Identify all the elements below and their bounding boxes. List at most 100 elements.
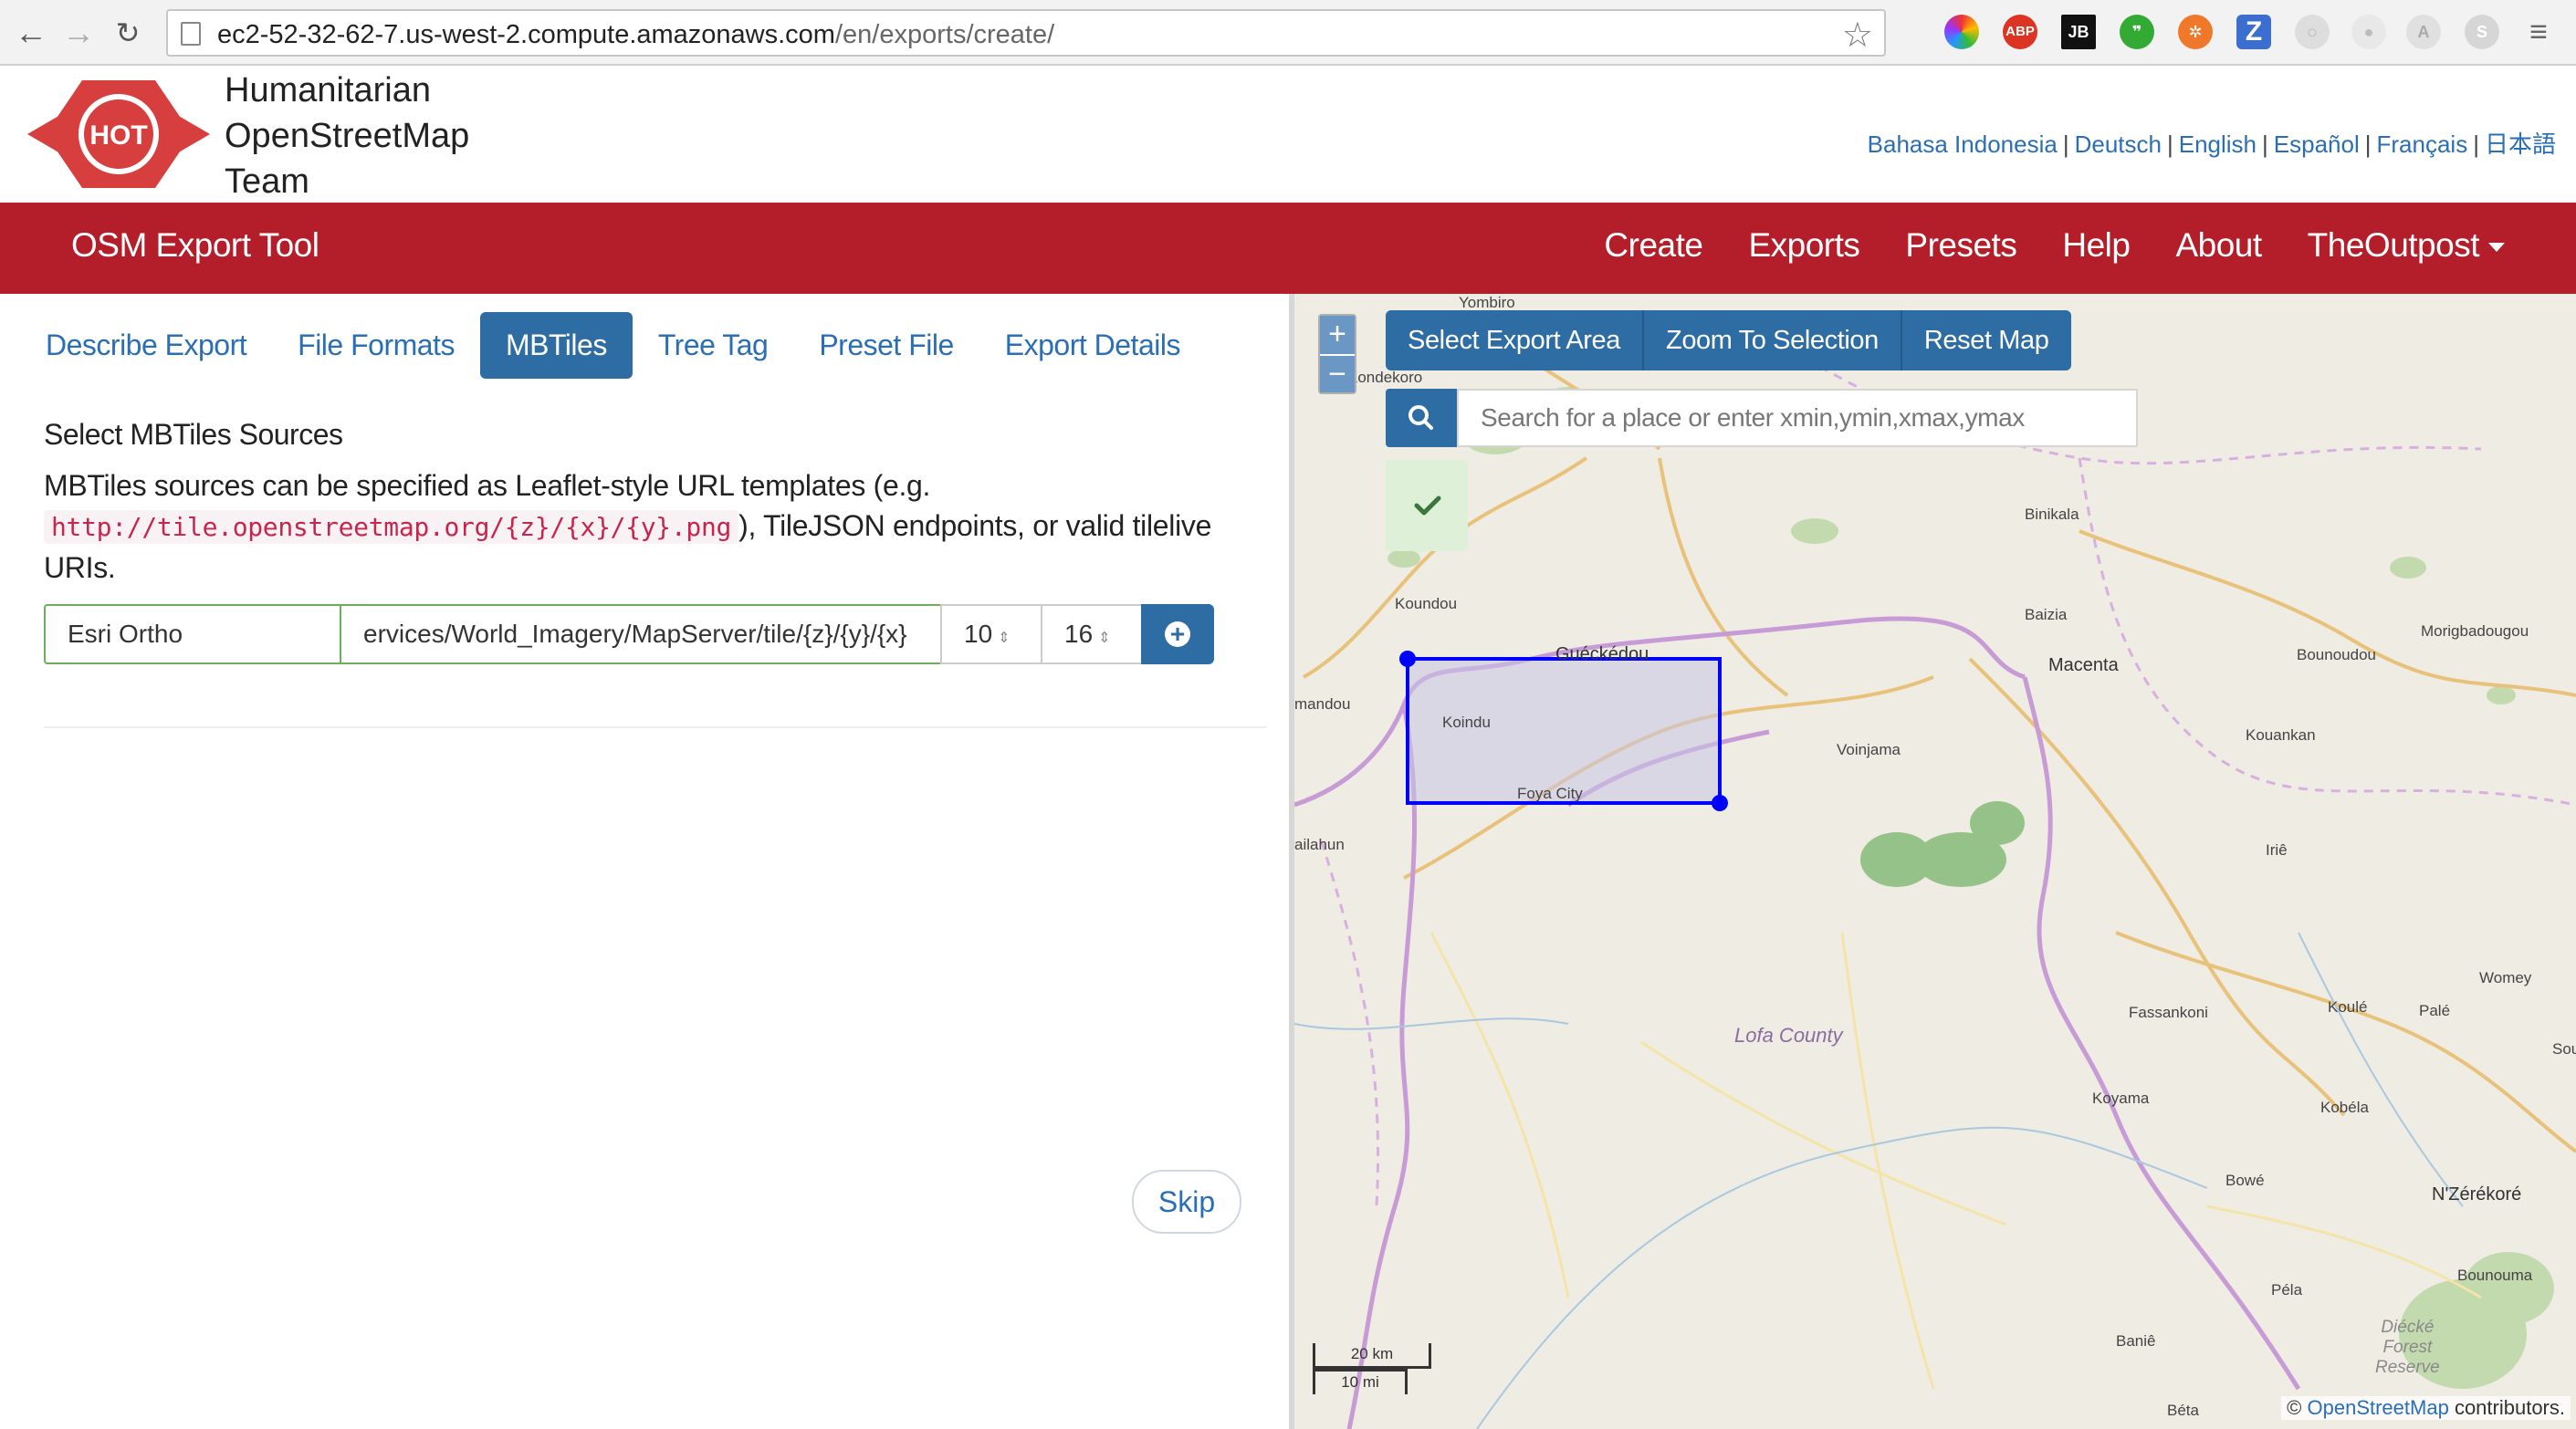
add-source-button[interactable]: + <box>1141 604 1214 664</box>
map-search: Search for a place or enter xmin,ymin,xm… <box>1386 389 2138 447</box>
place-label: Bounouma <box>2457 1267 2533 1284</box>
nav-create[interactable]: Create <box>1604 226 1703 265</box>
zoom-to-selection-button[interactable]: Zoom To Selection <box>1644 310 1902 370</box>
zoom-in-button[interactable]: + <box>1320 316 1355 354</box>
profile-icon[interactable]: A <box>2406 15 2441 49</box>
place-label: N'Zérékoré <box>2432 1184 2522 1205</box>
brand-link[interactable]: OSM Export Tool <box>71 226 319 265</box>
evernote-icon[interactable]: ❞ <box>2120 15 2154 49</box>
map-view[interactable]: Yombiro Kondekoro Koundou Binikala Baizi… <box>1289 294 2576 1429</box>
nav-menu: Create Exports Presets Help About TheOut… <box>1604 226 2505 265</box>
source-url-input[interactable]: ervices/World_Imagery/MapServer/tile/{z}… <box>340 604 942 664</box>
color-wheel-icon[interactable] <box>1944 15 1979 49</box>
osm-link[interactable]: OpenStreetMap <box>2308 1396 2449 1419</box>
reset-map-button[interactable]: Reset Map <box>1902 310 2071 370</box>
place-label: Voinjama <box>1837 741 1901 758</box>
spinner-icon[interactable]: ⇕ <box>998 631 1010 646</box>
skype-icon[interactable]: S <box>2465 15 2499 49</box>
place-label: Foya City <box>1517 785 1583 802</box>
place-label: Baniê <box>2116 1332 2156 1350</box>
mbtiles-description: MBTiles sources can be specified as Leaf… <box>44 469 1212 584</box>
browser-toolbar: ← → ↻ ec2-52-32-62-7.us-west-2.compute.a… <box>0 0 2576 66</box>
place-search-input[interactable]: Search for a place or enter xmin,ymin,xm… <box>1457 389 2138 447</box>
place-label: Guéckédou <box>1555 644 1649 664</box>
place-label: Kobéla <box>2320 1099 2369 1116</box>
zoom-control: + − <box>1318 314 1356 394</box>
nav-help[interactable]: Help <box>2062 226 2131 265</box>
skip-button[interactable]: Skip <box>1132 1170 1241 1234</box>
address-bar[interactable]: ec2-52-32-62-7.us-west-2.compute.amazona… <box>166 9 1886 57</box>
place-label: ailahun <box>1294 836 1345 853</box>
map-attribution: © OpenStreetMap contributors. <box>2281 1396 2571 1420</box>
reload-icon[interactable]: ↻ <box>108 13 148 53</box>
max-zoom-input[interactable]: 16 ⇕ <box>1041 604 1143 664</box>
place-label: Béta <box>2167 1402 2199 1419</box>
selection-handle-topleft[interactable] <box>1399 651 1416 667</box>
menu-icon[interactable]: ≡ <box>2521 15 2556 49</box>
jb-icon[interactable]: JB <box>2061 15 2096 49</box>
tab-describe-export[interactable]: Describe Export <box>20 312 272 379</box>
site-header: HOT Humanitarian OpenStreetMap Team Baha… <box>0 66 2576 203</box>
place-label: Macenta <box>2048 655 2119 675</box>
logo-text: HOT <box>89 120 147 151</box>
lang-link[interactable]: Bahasa Indonesia <box>1868 130 2058 158</box>
tab-file-formats[interactable]: File Formats <box>272 312 480 379</box>
select-export-area-button[interactable]: Select Export Area <box>1386 310 1644 370</box>
adblock-plus-icon[interactable]: ABP <box>2003 15 2037 49</box>
language-links: Bahasa Indonesia | Deutsch | English | Español… <box>1867 130 2556 158</box>
record-icon[interactable]: ● <box>2351 15 2386 49</box>
tab-mbtiles[interactable]: MBTiles <box>479 312 633 379</box>
zoom-out-button[interactable]: − <box>1320 354 1355 392</box>
hot-logo[interactable]: HOT <box>27 78 210 190</box>
wizard-tabs: Describe Export File Formats MBTiles Tre… <box>20 312 1206 379</box>
section-title: Select MBTiles Sources <box>44 418 343 451</box>
nav-about[interactable]: About <box>2175 226 2262 265</box>
back-icon[interactable]: ← <box>11 13 51 53</box>
nav-presets[interactable]: Presets <box>1905 226 2016 265</box>
lang-link[interactable]: English <box>2179 130 2257 158</box>
org-name[interactable]: Humanitarian OpenStreetMap Team <box>225 68 469 204</box>
source-name-input[interactable]: Esri Ortho <box>44 604 341 664</box>
place-label: Palé <box>2419 1002 2451 1019</box>
export-form-panel: Describe Export File Formats MBTiles Tre… <box>0 294 1289 1429</box>
nav-user-dropdown[interactable]: TheOutpost <box>2308 226 2505 265</box>
place-label: Bowé <box>2225 1172 2265 1189</box>
place-label: Iriê <box>2266 841 2288 859</box>
scale-mi: 10 mi <box>1313 1369 1408 1394</box>
forward-icon[interactable]: → <box>58 13 99 53</box>
url-template-example: http://tile.openstreetmap.org/{z}/{x}/{y… <box>44 510 739 544</box>
divider <box>44 726 1267 728</box>
loading-icon[interactable]: ◌ <box>2295 15 2330 49</box>
place-label: Yombiro <box>1459 294 1515 311</box>
nav-exports[interactable]: Exports <box>1748 226 1859 265</box>
lang-link[interactable]: Español <box>2274 130 2360 158</box>
reserve-label: Diécké Forest Reserve <box>2375 1318 2440 1377</box>
place-label: Koulé <box>2328 998 2368 1016</box>
place-label: Koindu <box>1442 714 1491 731</box>
county-label: Lofa County <box>1734 1024 1843 1047</box>
search-icon <box>1408 405 1433 430</box>
lang-link[interactable]: 日本語 <box>2485 130 2556 158</box>
map-tiles <box>1294 319 2576 1429</box>
bookmark-star-icon[interactable]: ☆ <box>1842 15 1873 56</box>
place-label: Kouankan <box>2246 726 2316 744</box>
selection-handle-bottomright[interactable] <box>1712 795 1728 811</box>
spinner-icon[interactable]: ⇕ <box>1098 631 1110 646</box>
extension-orange-icon[interactable]: ✲ <box>2178 15 2213 49</box>
place-label: Koyama <box>2092 1090 2150 1107</box>
tab-tree-tag[interactable]: Tree Tag <box>633 312 794 379</box>
place-label: mandou <box>1294 695 1351 713</box>
caret-down-icon <box>2488 243 2505 253</box>
checkmark-icon <box>1414 495 1441 516</box>
url-text: ec2-52-32-62-7.us-west-2.compute.amazona… <box>217 20 1055 49</box>
zotero-icon[interactable]: Z <box>2236 15 2271 49</box>
map-toolbar: Select Export Area Zoom To Selection Res… <box>1386 310 2071 370</box>
min-zoom-input[interactable]: 10 ⇕ <box>940 604 1042 664</box>
lang-link[interactable]: Français <box>2377 130 2468 158</box>
place-label: Fassankoni <box>2129 1004 2208 1021</box>
tab-export-details[interactable]: Export Details <box>979 312 1206 379</box>
lang-link[interactable]: Deutsch <box>2075 130 2162 158</box>
confirm-area-button[interactable] <box>1386 460 1468 551</box>
search-button[interactable] <box>1386 389 1457 447</box>
tab-preset-file[interactable]: Preset File <box>793 312 979 379</box>
